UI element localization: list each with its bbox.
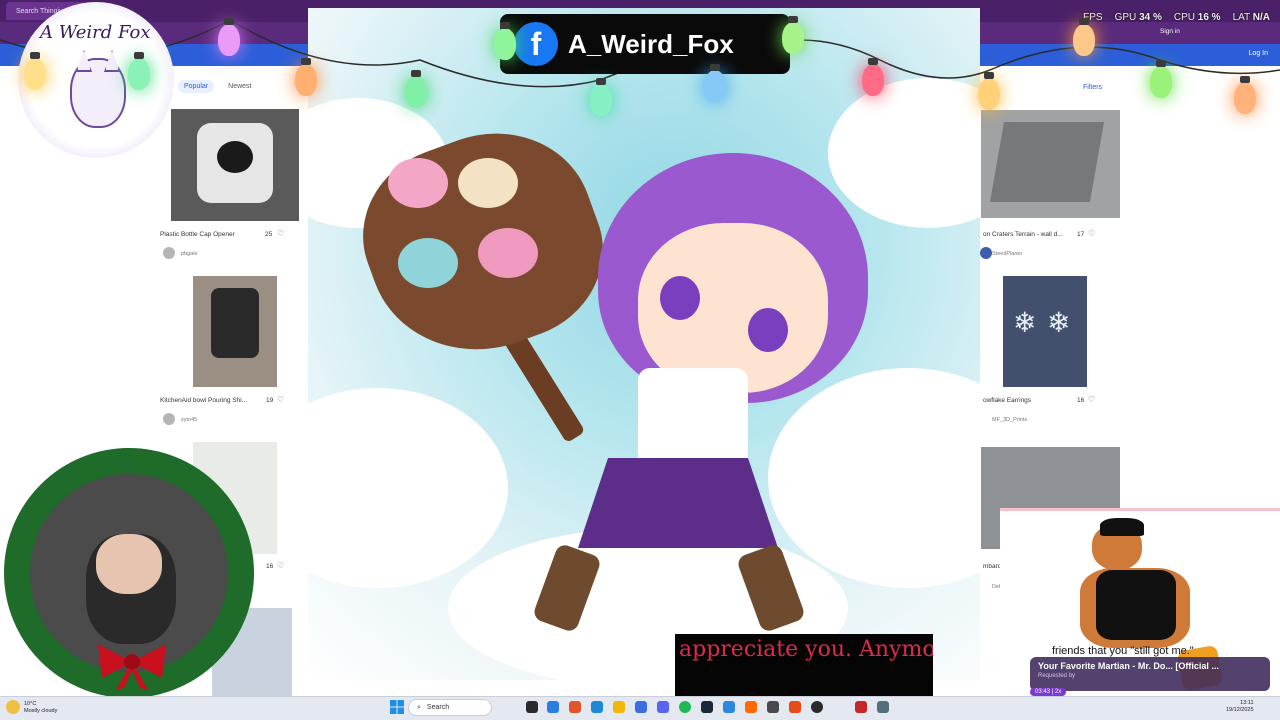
light-bulb <box>24 52 46 90</box>
taskbar-search[interactable]: ⌕ Search <box>408 699 492 716</box>
light-bulb <box>405 70 427 108</box>
lat-label: LAT <box>1232 12 1250 23</box>
firefox-icon[interactable] <box>569 701 581 713</box>
spotify-icon[interactable] <box>679 701 691 713</box>
app-icon[interactable] <box>723 701 735 713</box>
widgets-icon[interactable] <box>547 701 559 713</box>
cpu-label: CPU <box>1173 12 1195 23</box>
store-icon[interactable] <box>635 701 647 713</box>
avatar[interactable] <box>163 413 175 425</box>
song-time: 03:43 | 2x <box>1030 688 1067 696</box>
song-request-widget: Your Favorite Martian - Mr. Do... [Offic… <box>1030 657 1270 691</box>
light-bulb <box>1073 18 1095 56</box>
card-user[interactable]: pbgale <box>181 251 198 257</box>
light-bulb <box>295 58 317 96</box>
card-image[interactable] <box>193 276 277 387</box>
sort-tab-popular[interactable]: Popular <box>178 80 215 93</box>
light-bulb <box>1150 60 1172 98</box>
card-title[interactable]: on Craters Terrain - wall d... <box>983 231 1063 238</box>
performance-overlay: FPS GPU 34 % CPU 16 % LAT N/A <box>1083 12 1270 23</box>
logo-text: A Weird Fox <box>40 22 151 43</box>
alert-quote: friends that you "still got me." <box>1052 645 1194 657</box>
heart-icon[interactable]: ♡ <box>277 561 284 570</box>
cpu-value: 16 % <box>1197 12 1221 23</box>
sort-tabs: Popular Newest <box>178 80 257 93</box>
search-icon: ⌕ <box>417 703 421 711</box>
heart-icon[interactable]: ♡ <box>277 229 284 238</box>
light-bulb <box>704 64 726 102</box>
avatar[interactable] <box>980 247 992 259</box>
like-count: 16 <box>1077 397 1085 404</box>
sort-tab-newest[interactable]: Newest <box>222 80 257 93</box>
search-label: Search <box>426 704 450 711</box>
live-caption: appreciate you. Anymore <box>675 634 933 696</box>
discord-icon[interactable] <box>657 701 669 713</box>
facebook-banner: f A_Weird_Fox <box>500 14 790 74</box>
task-view-icon[interactable] <box>526 701 538 713</box>
card-image[interactable] <box>171 109 299 221</box>
weather-icon[interactable] <box>6 700 20 714</box>
like-count: 25 <box>265 231 273 238</box>
weather-temp: 10°C <box>24 701 37 707</box>
gpu-label: GPU <box>1114 12 1137 23</box>
clock-date: 19/12/2025 <box>1226 707 1254 714</box>
card-title[interactable]: owflake Earrings <box>983 397 1031 404</box>
facebook-handle: A_Weird_Fox <box>568 28 734 59</box>
light-bulb <box>128 52 150 90</box>
gpu-value: 34 % <box>1139 12 1162 23</box>
light-bulb <box>978 72 1000 110</box>
light-bulb <box>590 78 612 116</box>
sign-in-link[interactable]: Sign in <box>1160 28 1180 35</box>
filters-button[interactable]: Filters <box>1083 84 1102 91</box>
light-bulb <box>862 58 884 96</box>
like-count: 16 <box>266 563 274 570</box>
steam-icon[interactable] <box>701 701 713 713</box>
card-image[interactable]: ❄ ❄ <box>1003 276 1087 387</box>
card-user[interactable]: MF_3D_Prints <box>992 417 1027 423</box>
heart-icon[interactable]: ♡ <box>1088 229 1095 238</box>
weather-widget[interactable]: 10°C Mostly cloudy <box>24 701 57 715</box>
clock-time: 13:11 <box>1240 700 1254 706</box>
song-title: Your Favorite Martian - Mr. Do... [Offic… <box>1038 661 1219 671</box>
login-link[interactable]: Log In <box>1249 50 1268 57</box>
app-icon[interactable] <box>877 701 889 713</box>
artwork-display <box>308 8 980 680</box>
lat-value: N/A <box>1252 12 1270 23</box>
card-image[interactable] <box>981 110 1120 218</box>
taskbar-clock[interactable]: 13:11 19/12/2025 <box>1226 700 1254 714</box>
light-bulb <box>782 16 804 54</box>
file-explorer-icon[interactable] <box>613 701 625 713</box>
card-title[interactable]: Plastic Bottle Cap Opener <box>160 231 235 238</box>
card-title[interactable]: KitchenAid bowl Pouring Shi... <box>160 397 247 404</box>
song-speed: 2x <box>1054 689 1062 695</box>
card-user[interactable]: SteedPlaner <box>992 251 1022 257</box>
light-bulb <box>218 18 240 56</box>
facebook-icon: f <box>514 22 558 66</box>
like-count: 17 <box>1077 231 1085 238</box>
light-bulb <box>494 22 516 60</box>
bow-decoration <box>98 644 166 690</box>
card-user[interactable]: zyto45 <box>181 417 197 423</box>
avatar[interactable] <box>163 247 175 259</box>
like-count: 19 <box>266 397 274 404</box>
caption-text: appreciate you. Anymore <box>679 637 933 662</box>
heart-icon[interactable]: ♡ <box>277 395 284 404</box>
song-requester: Requested by <box>1038 673 1076 679</box>
app-icon[interactable] <box>789 701 801 713</box>
app-icon[interactable] <box>745 701 757 713</box>
light-bulb <box>1234 76 1256 114</box>
edge-icon[interactable] <box>591 701 603 713</box>
weather-desc: Mostly cloudy <box>24 708 58 715</box>
obs-icon[interactable] <box>811 701 823 713</box>
app-icon[interactable] <box>767 701 779 713</box>
windows-start-icon[interactable] <box>390 700 404 714</box>
heart-icon[interactable]: ♡ <box>1088 395 1095 404</box>
app-icon[interactable] <box>855 701 867 713</box>
song-time-value: 03:43 <box>1035 689 1051 695</box>
